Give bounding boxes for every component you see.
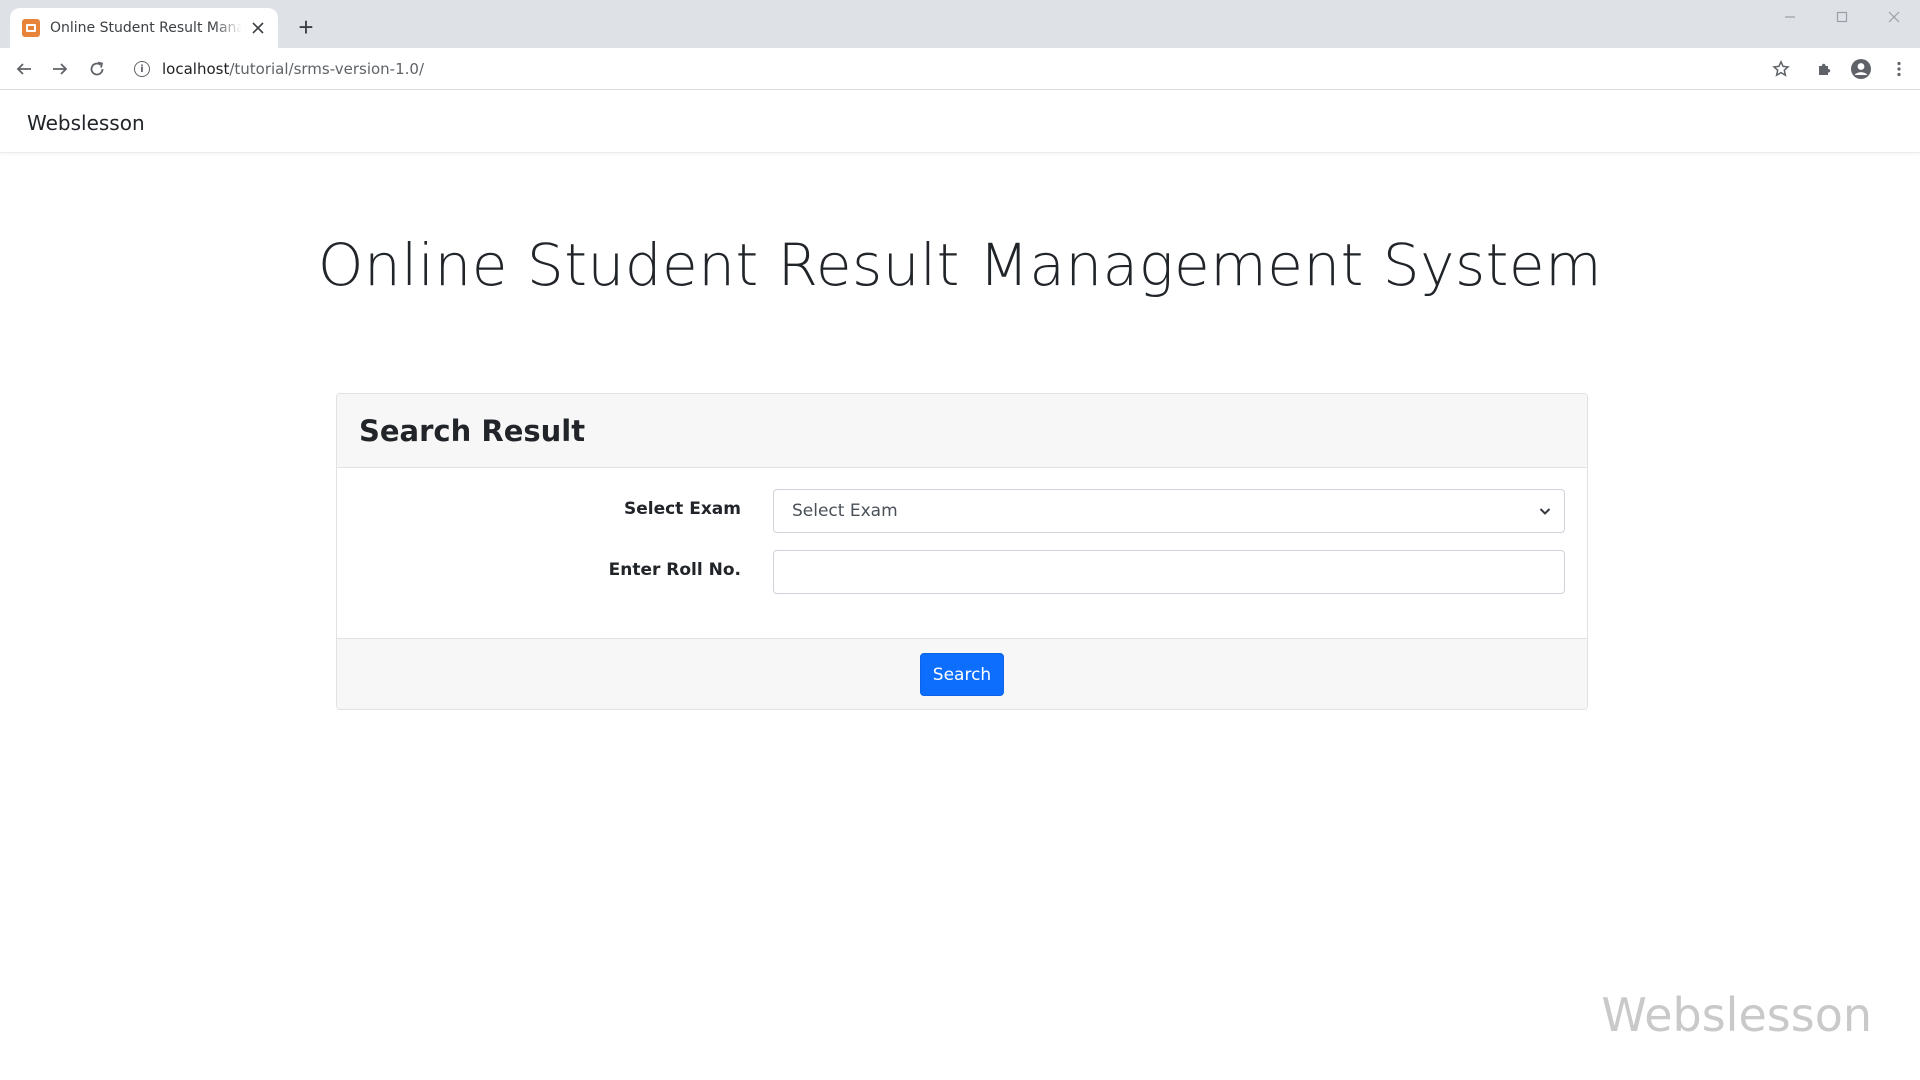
- info-icon[interactable]: i: [134, 61, 150, 77]
- forward-icon[interactable]: [48, 57, 72, 81]
- page-title: Online Student Result Management System: [317, 231, 1603, 299]
- url-host: localhost: [162, 60, 230, 78]
- tab-title: Online Student Result Management System: [50, 20, 243, 36]
- bookmark-star-icon[interactable]: [1769, 57, 1793, 81]
- url-path: /tutorial/srms-version-1.0/: [229, 60, 425, 78]
- address-bar[interactable]: i localhost/tutorial/srms-version-1.0/: [124, 53, 1764, 85]
- close-tab-icon[interactable]: [250, 20, 266, 36]
- maximize-icon[interactable]: [1816, 0, 1868, 34]
- browser-tabstrip: Online Student Result Management System …: [0, 0, 1920, 48]
- page: Webslesson Online Student Result Managem…: [0, 91, 1920, 1080]
- exam-form-row: Select Exam Select Exam: [337, 489, 1587, 533]
- roll-form-row: Enter Roll No.: [337, 550, 1587, 594]
- new-tab-button[interactable]: +: [294, 14, 318, 40]
- reload-icon[interactable]: [85, 57, 109, 81]
- extensions-icon[interactable]: [1813, 57, 1837, 81]
- card-footer: Search: [337, 638, 1587, 709]
- exam-label: Select Exam: [623, 499, 741, 519]
- watermark-text: Webslesson: [1601, 988, 1872, 1042]
- menu-dots-icon[interactable]: [1887, 57, 1911, 81]
- back-icon[interactable]: [12, 57, 36, 81]
- browser-tab[interactable]: Online Student Result Management System: [10, 8, 278, 48]
- navbar-brand[interactable]: Webslesson: [27, 111, 145, 135]
- profile-avatar-icon[interactable]: [1849, 57, 1873, 81]
- card-header: Search Result: [337, 394, 1587, 468]
- search-button[interactable]: Search: [920, 653, 1004, 696]
- exam-select[interactable]: Select Exam: [773, 489, 1565, 533]
- card-title: Search Result: [359, 414, 586, 448]
- browser-toolbar: i localhost/tutorial/srms-version-1.0/: [0, 48, 1920, 90]
- roll-label: Enter Roll No.: [608, 560, 741, 580]
- close-window-icon[interactable]: [1868, 0, 1920, 34]
- url-text: localhost/tutorial/srms-version-1.0/: [162, 60, 424, 78]
- search-result-card: Search Result Select Exam Select Exam En…: [336, 393, 1588, 710]
- favicon-icon: [22, 19, 40, 37]
- window-controls: [1764, 0, 1920, 34]
- minimize-icon[interactable]: [1764, 0, 1816, 34]
- chevron-down-icon: [1539, 508, 1551, 515]
- roll-no-input[interactable]: [773, 550, 1565, 594]
- exam-select-value: Select Exam: [792, 501, 898, 521]
- site-navbar: Webslesson: [0, 91, 1920, 153]
